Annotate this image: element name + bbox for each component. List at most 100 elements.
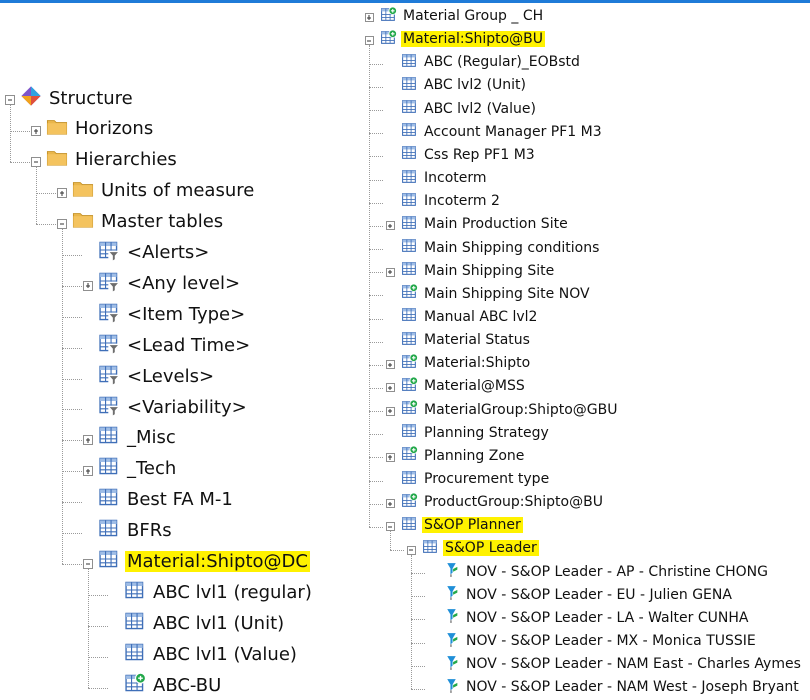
left-tree-item[interactable]: Material:Shipto@DC [98, 549, 310, 575]
right-tree-item-label: Css Rep PF1 M3 [424, 146, 535, 163]
right-tree-item[interactable]: NOV - S&OP Leader - NAM West - Joseph Br… [443, 677, 801, 697]
right-tree-item[interactable]: Css Rep PF1 M3 [401, 145, 537, 165]
left-tree-item[interactable]: Best FA M-1 [98, 487, 235, 513]
tree-connector [62, 254, 82, 256]
right-tree-item[interactable]: NOV - S&OP Leader - MX - Monica TUSSIE [443, 631, 758, 651]
member-icon [443, 654, 460, 675]
left-tree-item[interactable]: _Misc [98, 425, 178, 451]
table-icon [401, 121, 418, 142]
left-tree-item[interactable]: _Tech [98, 456, 178, 482]
right-tree-item[interactable]: Material@MSS [401, 376, 527, 396]
right-tree-item[interactable]: Planning Zone [401, 445, 526, 466]
expand-button[interactable] [83, 280, 93, 291]
left-tree-item-label: Best FA M-1 [127, 489, 233, 511]
right-tree-item[interactable]: S&OP Leader [422, 538, 539, 558]
right-tree-item[interactable]: Material Status [401, 330, 532, 350]
right-tree-item-label: Incoterm [424, 170, 487, 187]
right-tree-item[interactable]: ProductGroup:Shipto@BU [401, 492, 605, 512]
expand-button[interactable] [364, 13, 374, 23]
expand-button[interactable] [83, 435, 93, 446]
expand-button[interactable] [385, 221, 395, 231]
right-tree-item[interactable]: Main Shipping conditions [401, 238, 601, 258]
left-tree-item[interactable]: <Any level> [98, 270, 242, 296]
member-icon [443, 631, 460, 652]
right-tree-item[interactable]: NOV - S&OP Leader - AP - Christine CHONG [443, 562, 770, 582]
left-tree-item[interactable]: <Lead Time> [98, 332, 252, 358]
right-tree-item-label: NOV - S&OP Leader - NAM East - Charles A… [466, 656, 801, 673]
expand-button[interactable] [385, 499, 395, 509]
left-tree-item[interactable]: Hierarchies [46, 147, 179, 173]
right-tree-item[interactable]: Material:Shipto [401, 353, 532, 373]
expand-button[interactable] [57, 188, 67, 199]
table-icon [124, 579, 146, 606]
right-tree-item[interactable]: MaterialGroup:Shipto@GBU [401, 399, 620, 420]
right-tree-item-label: Material:Shipto@BU [401, 31, 546, 48]
right-tree-item[interactable]: Material Group _ CH [380, 6, 545, 26]
collapse-button[interactable] [5, 95, 15, 106]
tree-connector [62, 533, 82, 535]
left-tree-item[interactable]: <Alerts> [98, 240, 211, 266]
right-tree-item[interactable]: Main Shipping Site [401, 261, 556, 281]
right-tree-item[interactable]: Main Shipping Site NOV [401, 283, 592, 304]
expand-button[interactable] [385, 452, 395, 462]
right-tree-item[interactable]: Account Manager PF1 M3 [401, 122, 604, 142]
right-tree-panel: Material Group _ CH Material:Shipto@BU ABC… [360, 0, 810, 700]
tree-connector [369, 411, 383, 413]
left-tree-item[interactable]: ABC lvl1 (Value) [124, 641, 299, 667]
right-tree-item-label: Account Manager PF1 M3 [424, 123, 602, 140]
table-icon [98, 517, 120, 544]
right-tree-item[interactable]: NOV - S&OP Leader - EU - Julien GENA [443, 585, 734, 605]
collapse-button[interactable] [385, 522, 395, 532]
tree-connector [62, 347, 82, 349]
expand-button[interactable] [83, 466, 93, 477]
left-tree-item[interactable]: <Variability> [98, 394, 249, 420]
tree-connector [369, 45, 370, 527]
right-tree-item[interactable]: Incoterm 2 [401, 191, 502, 211]
expand-button[interactable] [385, 406, 395, 416]
linked-table-icon [401, 376, 418, 397]
left-tree-item-label: Structure [49, 87, 133, 109]
right-tree-item[interactable]: NOV - S&OP Leader - NAM East - Charles A… [443, 654, 803, 674]
linked-table-icon [401, 283, 418, 304]
tree-connector [369, 202, 383, 204]
right-tree-item[interactable]: ABC lvl2 (Value) [401, 99, 538, 119]
right-tree-item[interactable]: NOV - S&OP Leader - LA - Walter CUNHA [443, 608, 750, 628]
expand-button[interactable] [385, 383, 395, 393]
left-tree-item[interactable]: Structure [20, 85, 135, 111]
right-tree-item[interactable]: Planning Strategy [401, 423, 551, 443]
tree-connector [369, 179, 383, 181]
left-tree-item-label: Master tables [101, 211, 224, 233]
right-tree-item-label: Material@MSS [424, 378, 525, 395]
left-tree-item[interactable]: <Levels> [98, 363, 216, 389]
right-tree-item[interactable]: ABC lvl2 (Unit) [401, 75, 528, 95]
left-tree-item[interactable]: Horizons [46, 116, 155, 142]
left-tree-item-label: ABC-BU [153, 674, 222, 696]
collapse-button[interactable] [406, 545, 416, 555]
right-tree-item[interactable]: Procurement type [401, 469, 551, 489]
expand-button[interactable] [385, 267, 395, 277]
left-tree-item[interactable]: ABC-BU [124, 672, 223, 698]
left-tree-item[interactable]: Master tables [72, 209, 225, 235]
expand-button[interactable] [385, 360, 395, 370]
collapse-button[interactable] [31, 157, 41, 168]
right-tree-item[interactable]: Manual ABC lvl2 [401, 307, 539, 327]
left-tree-item-label: <Lead Time> [127, 334, 251, 356]
right-tree-item[interactable]: Main Production Site [401, 214, 570, 234]
left-tree-item-label: ABC lvl1 (Value) [153, 643, 297, 665]
right-tree-item[interactable]: ABC (Regular)_EOBstd [401, 52, 582, 72]
collapse-button[interactable] [364, 36, 374, 46]
right-tree-item[interactable]: S&OP Planner [401, 515, 523, 535]
collapse-button[interactable] [83, 558, 93, 569]
left-tree-item[interactable]: ABC lvl1 (Unit) [124, 610, 286, 636]
left-tree-item[interactable]: BFRs [98, 518, 174, 544]
left-tree-item[interactable]: ABC lvl1 (regular) [124, 579, 314, 605]
linked-table-icon [401, 353, 418, 374]
left-tree-item[interactable]: Units of measure [72, 178, 256, 204]
tree-connector [411, 619, 425, 621]
expand-button[interactable] [31, 126, 41, 137]
table-icon [401, 515, 418, 536]
right-tree-item[interactable]: Incoterm [401, 168, 489, 188]
collapse-button[interactable] [57, 219, 67, 230]
left-tree-item[interactable]: <Item Type> [98, 301, 247, 327]
right-tree-item[interactable]: Material:Shipto@BU [380, 29, 546, 49]
